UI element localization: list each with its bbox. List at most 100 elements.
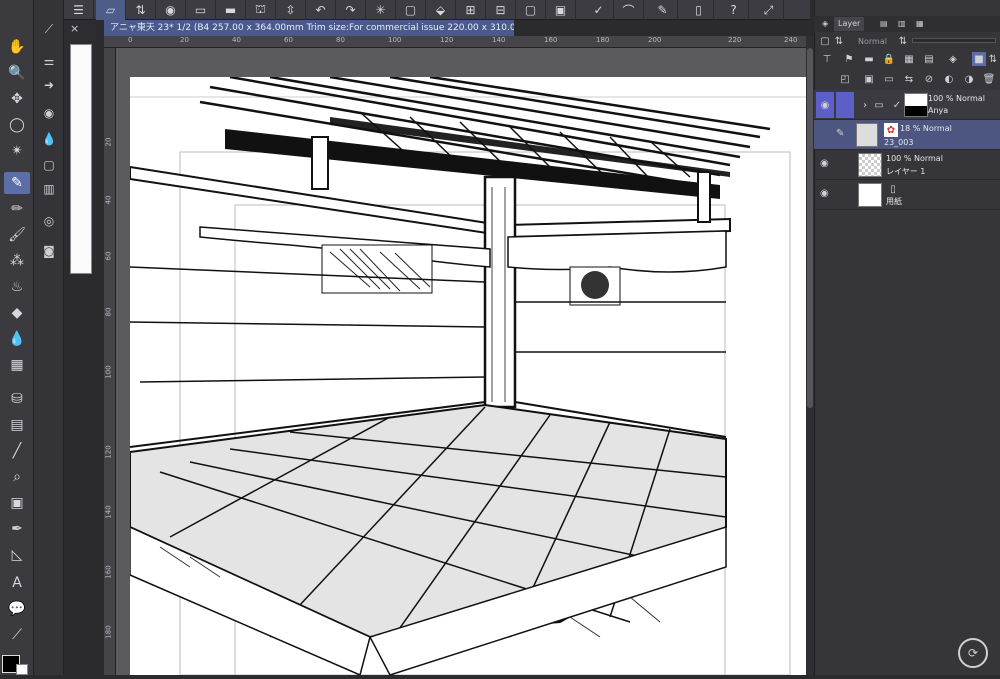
vector-icon[interactable]: ✎ — [648, 0, 678, 20]
eye-icon[interactable] — [820, 128, 832, 140]
rotate-canvas-icon[interactable]: ⟳ — [958, 638, 988, 668]
palette-color-icon[interactable]: ▢ — [818, 34, 832, 48]
transfer-icon[interactable]: ⇆ — [902, 72, 916, 86]
layer-item[interactable]: ◉ ▯ 用紙 — [814, 180, 1000, 210]
draft-icon[interactable]: ▬ — [862, 52, 876, 66]
flip-icon[interactable]: ⇳ — [276, 0, 306, 20]
folder-icon[interactable]: ▬ — [216, 0, 246, 20]
clip-icon[interactable]: ▣ — [546, 0, 576, 20]
sub-color-swatch[interactable] — [16, 664, 28, 675]
layers-icon[interactable]: ◈ — [822, 17, 828, 31]
pencil-icon[interactable]: ✏ — [4, 198, 30, 220]
move-icon[interactable]: ✥ — [4, 88, 30, 110]
mask-create-icon[interactable]: ◐ — [942, 72, 956, 86]
delete-layer-icon[interactable]: 🗑 — [982, 72, 996, 86]
swap-icon[interactable]: ⇅ — [126, 0, 156, 20]
tool-property-icon[interactable]: ⟋ — [40, 20, 58, 38]
reference-icon[interactable]: ⚑ — [842, 52, 856, 66]
blend-mode-select[interactable]: Normal — [858, 37, 887, 46]
pen-icon[interactable]: ✎ — [4, 172, 30, 194]
layer-item[interactable]: ◉ 100 % Normal レイヤー 1 — [814, 150, 1000, 180]
save-icon[interactable]: ⛫ — [246, 0, 276, 20]
new-vector-layer-icon[interactable]: ▣ — [862, 72, 876, 86]
settings-sliders-icon[interactable]: ⚌ — [40, 52, 58, 70]
eraser-icon[interactable]: ◆ — [4, 302, 30, 324]
layer-item[interactable]: ◉ › ▭ ✓ 100 % Normal Anya — [814, 90, 1000, 120]
open-file-icon[interactable]: ▭ — [186, 0, 216, 20]
gradient-icon[interactable]: ▤ — [4, 414, 30, 436]
airbrush-icon[interactable]: ♨ — [4, 276, 30, 298]
text-icon[interactable]: A — [4, 572, 30, 594]
blend-chevron-icon[interactable]: ⇅ — [896, 34, 910, 48]
mask-icon[interactable]: ▤ — [922, 52, 936, 66]
target-icon[interactable]: ◎ — [40, 212, 58, 230]
zoom-icon[interactable]: 🔍 — [4, 62, 30, 84]
fullscreen-icon[interactable]: ⤢ — [754, 0, 784, 20]
undo-icon[interactable]: ↶ — [306, 0, 336, 20]
transform-icon[interactable]: ⬙ — [426, 0, 456, 20]
square-icon[interactable]: ▢ — [516, 0, 546, 20]
magic-wand-icon[interactable]: ✴ — [4, 140, 30, 162]
document-tab[interactable]: アニャ東天 23* 1/2 (B4 257.00 x 364.00mm Trim… — [104, 20, 514, 36]
animation-icon[interactable]: ▦ — [916, 17, 924, 31]
layer-search-icon[interactable]: ▥ — [898, 17, 906, 31]
apply-mask-icon[interactable]: ◑ — [962, 72, 976, 86]
frame-icon[interactable]: ▦ — [4, 354, 30, 376]
lock-toggle-icon[interactable] — [838, 158, 850, 170]
device-icon[interactable]: ▯ — [684, 0, 714, 20]
lasso-icon[interactable]: ◯ — [4, 114, 30, 136]
brush-link-icon[interactable]: ✎ — [836, 128, 848, 140]
operation-icon[interactable]: ⌕ — [4, 466, 30, 488]
clip-layer-icon[interactable]: ⊤ — [820, 52, 834, 66]
balloon-icon[interactable]: 💬 — [4, 598, 30, 620]
blend-icon[interactable]: 💧 — [4, 328, 30, 350]
help-icon[interactable]: ? — [719, 0, 749, 20]
new-canvas-icon[interactable]: ▱ — [96, 0, 126, 20]
merge-icon[interactable]: ⊘ — [922, 72, 936, 86]
smoothing-icon[interactable]: ⌒ — [614, 0, 644, 20]
lock-alpha-icon[interactable]: ▦ — [902, 52, 916, 66]
layer-color-icon[interactable]: ■ — [972, 52, 986, 66]
lock-icon[interactable]: 🔒 — [882, 52, 896, 66]
layer-move-icon[interactable]: ▣ — [4, 492, 30, 514]
fill-icon[interactable]: ⛁ — [4, 388, 30, 410]
new-folder-icon[interactable]: ▭ — [882, 72, 896, 86]
ruler-icon[interactable]: ◺ — [4, 544, 30, 566]
grid-icon[interactable]: ⊟ — [486, 0, 516, 20]
arrow-icon[interactable]: ➜ — [40, 76, 58, 94]
layer-property-icon[interactable]: ▤ — [880, 17, 888, 31]
decoration-icon[interactable]: ⁂ — [4, 250, 30, 272]
stamp-icon[interactable]: ▢ — [40, 156, 58, 174]
scrollbar-thumb[interactable] — [807, 48, 813, 408]
eye-icon[interactable]: ◉ — [820, 158, 832, 170]
page-thumbnail[interactable] — [70, 44, 92, 274]
redo-icon[interactable]: ↷ — [336, 0, 366, 20]
new-raster-layer-icon[interactable]: ◰ — [838, 72, 852, 86]
circle-icon[interactable]: ◉ — [40, 104, 58, 122]
eyedropper-icon[interactable]: ✒ — [4, 518, 30, 540]
pen-pressure-icon[interactable]: ✓ — [584, 0, 614, 20]
tab-layer[interactable]: Layer — [834, 17, 865, 31]
clear-icon[interactable]: ✳ — [366, 0, 396, 20]
eye-icon[interactable]: ◉ — [816, 92, 834, 118]
drops-icon[interactable]: 💧 — [40, 130, 58, 148]
lock-toggle-icon[interactable] — [838, 188, 850, 200]
close-icon[interactable]: × — [70, 22, 84, 36]
fill-command-icon[interactable]: ▢ — [396, 0, 426, 20]
ruler-link-icon[interactable]: ◈ — [946, 52, 960, 66]
ruler-command-icon[interactable]: ⊞ — [456, 0, 486, 20]
film-icon[interactable]: ▥ — [40, 180, 58, 198]
camera-icon[interactable]: ◙ — [40, 242, 58, 260]
brush-icon[interactable]: 🖌 — [4, 224, 30, 246]
opacity-slider[interactable] — [912, 38, 996, 43]
chevron-right-icon[interactable]: › — [858, 98, 872, 112]
chevron-icon[interactable]: ⇅ — [832, 34, 846, 48]
hamburger-menu-icon[interactable]: ☰ — [64, 0, 94, 20]
canvas-drawing[interactable] — [0, 75, 806, 677]
layer-color-chevron-icon[interactable]: ⇅ — [986, 52, 1000, 66]
record-icon[interactable]: ◉ — [156, 0, 186, 20]
hand-icon[interactable]: ✋ — [4, 36, 30, 58]
correct-line-icon[interactable]: ⟋ — [4, 624, 30, 646]
layer-item[interactable]: ✎ ✿ 18 % Normal 23_003 — [814, 120, 1000, 150]
eye-icon[interactable]: ◉ — [820, 188, 832, 200]
